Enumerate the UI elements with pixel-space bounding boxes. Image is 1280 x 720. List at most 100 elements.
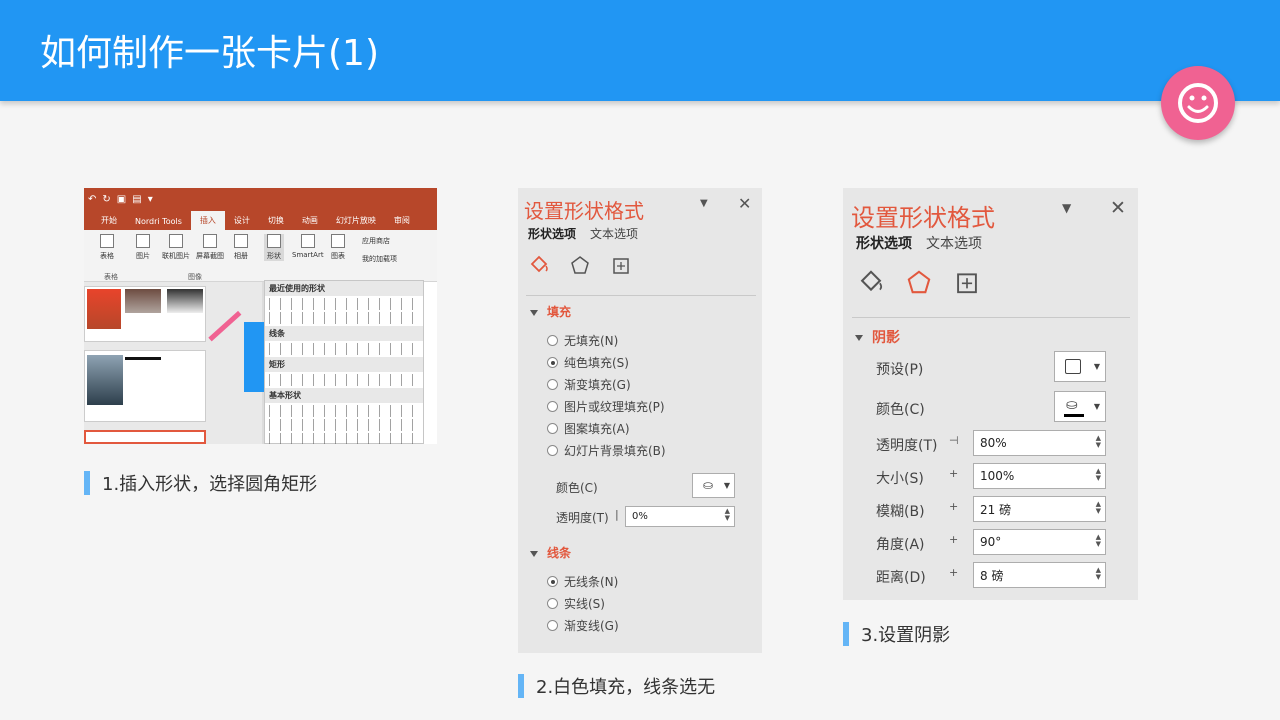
radio-gradient-line[interactable]: 渐变线(G)	[547, 617, 619, 634]
shadow-transparency-spinner[interactable]: 80% ▲ ▼	[973, 430, 1106, 456]
paint-bucket-icon: ⛀	[703, 478, 714, 492]
radio-icon	[547, 335, 558, 346]
album-button[interactable]: 相册	[234, 234, 248, 261]
angle-value: 90°	[980, 535, 1002, 549]
recent-shapes-row[interactable]	[269, 312, 419, 324]
slider-icon[interactable]: ⊣	[949, 434, 959, 447]
pentagon-icon[interactable]	[569, 254, 591, 276]
album-icon	[234, 234, 248, 248]
rectangles-row[interactable]	[269, 374, 419, 386]
tab-slideshow[interactable]: 幻灯片放映	[327, 215, 385, 230]
tab-transitions[interactable]: 切换	[259, 215, 293, 230]
my-addins-button[interactable]: 我的加载项	[362, 254, 397, 264]
tab-insert[interactable]: 插入	[190, 211, 225, 230]
shadow-angle-spinner[interactable]: 90° ▲ ▼	[973, 529, 1106, 555]
radio-picture-fill[interactable]: 图片或纹理填充(P)	[547, 398, 665, 415]
tab-shape-options[interactable]: 形状选项	[856, 233, 912, 253]
tab-shape-options[interactable]: 形状选项	[528, 225, 576, 242]
gallery-header-basic: 基本形状	[265, 388, 423, 403]
shadow-preset-picker[interactable]: ▼	[1054, 351, 1106, 382]
store-button[interactable]: 应用商店	[362, 236, 390, 246]
chevron-down-icon[interactable]: ▼	[700, 198, 708, 209]
fill-bucket-icon[interactable]	[857, 268, 885, 296]
radio-solid-fill[interactable]: 纯色填充(S)	[547, 354, 629, 371]
slider-icon[interactable]: +	[949, 566, 958, 579]
caption-text: 3.设置阴影	[861, 625, 951, 646]
table-button[interactable]: 表格	[100, 234, 114, 261]
transparency-value: 0%	[632, 511, 648, 522]
group-label-table: 表格	[104, 273, 118, 281]
save-icon: ▣	[116, 193, 127, 205]
shadow-section-header[interactable]: 阴影	[855, 327, 900, 347]
tab-animations[interactable]: 动画	[293, 215, 327, 230]
chevron-down-icon[interactable]: ▼	[1062, 201, 1071, 215]
radio-background-fill[interactable]: 幻灯片背景填充(B)	[547, 442, 666, 459]
basic-shapes-row[interactable]	[269, 433, 419, 444]
spinner-arrows-icon[interactable]: ▲ ▼	[1096, 567, 1101, 581]
slider-icon[interactable]: |	[615, 508, 619, 521]
radio-solid-line[interactable]: 实线(S)	[547, 595, 605, 612]
radio-pattern-fill[interactable]: 图案填充(A)	[547, 420, 630, 437]
close-icon[interactable]: ✕	[1110, 197, 1126, 219]
spinner-arrows-icon[interactable]: ▲ ▼	[1096, 501, 1101, 515]
tab-design[interactable]: 设计	[225, 215, 259, 230]
smartart-icon	[300, 234, 315, 248]
slider-icon[interactable]: +	[949, 533, 958, 546]
shadow-color-picker[interactable]: ⛀ ▼	[1054, 391, 1106, 422]
shapes-button[interactable]: 形状	[264, 234, 284, 261]
pane-title: 设置形状格式	[851, 204, 995, 232]
tab-home[interactable]: 开始	[92, 215, 126, 230]
preset-label: 预设(P)	[876, 362, 924, 378]
lines-row[interactable]	[269, 343, 419, 355]
shadow-size-label: 大小(S)	[876, 471, 924, 487]
size-properties-icon[interactable]	[953, 268, 981, 296]
picture-button[interactable]: 图片	[136, 234, 150, 261]
chart-button[interactable]: 图表	[331, 234, 345, 261]
tab-text-options[interactable]: 文本选项	[590, 225, 638, 242]
size-properties-icon[interactable]	[610, 254, 632, 276]
online-picture-button[interactable]: 联机图片	[162, 234, 190, 261]
color-label: 颜色(C)	[556, 481, 598, 495]
page-title: 如何制作一张卡片(1)	[40, 33, 379, 74]
spinner-arrows-icon[interactable]: ▲ ▼	[1096, 468, 1101, 482]
option-label: 无线条(N)	[564, 575, 619, 589]
shadow-distance-spinner[interactable]: 8 磅 ▲ ▼	[973, 562, 1106, 588]
close-icon[interactable]: ✕	[738, 194, 751, 213]
tab-review[interactable]: 审阅	[385, 215, 419, 230]
recent-shapes-row[interactable]	[269, 298, 419, 310]
radio-gradient-fill[interactable]: 渐变填充(G)	[547, 376, 631, 393]
tab-nordri[interactable]: Nordri Tools	[126, 217, 191, 230]
radio-icon	[547, 379, 558, 390]
spinner-arrows-icon[interactable]: ▲ ▼	[1096, 534, 1101, 548]
caption-step1: 1.插入形状，选择圆角矩形	[84, 470, 317, 496]
radio-no-line[interactable]: 无线条(N)	[547, 573, 618, 590]
slider-icon[interactable]: +	[949, 467, 958, 480]
slider-icon[interactable]: +	[949, 500, 958, 513]
fill-section-header[interactable]: 填充	[530, 303, 571, 320]
format-pane-fill: 设置形状格式 ▼ ✕ 形状选项 文本选项 填充 无填充(N) 纯色填充(S) 渐…	[518, 188, 762, 653]
pentagon-icon[interactable]	[905, 268, 933, 296]
radio-icon	[547, 423, 558, 434]
transparency-spinner[interactable]: 0% ▲ ▼	[625, 506, 735, 527]
spinner-arrows-icon[interactable]: ▲ ▼	[1096, 435, 1101, 449]
preset-preview-icon	[1065, 359, 1081, 374]
radio-icon	[547, 620, 558, 631]
fill-color-picker[interactable]: ⛀ ▼	[692, 473, 735, 498]
slide-thumbnail[interactable]	[84, 430, 206, 444]
redo-icon: ↻	[102, 193, 111, 205]
basic-shapes-row[interactable]	[269, 405, 419, 417]
slide-thumbnail[interactable]	[84, 350, 206, 422]
collapse-triangle-icon	[855, 335, 863, 341]
shadow-blur-spinner[interactable]: 21 磅 ▲ ▼	[973, 496, 1106, 522]
fill-bucket-icon[interactable]	[528, 254, 550, 276]
line-section-header[interactable]: 线条	[530, 544, 571, 561]
tab-text-options[interactable]: 文本选项	[926, 233, 982, 253]
basic-shapes-row[interactable]	[269, 419, 419, 431]
slide-thumbnail[interactable]	[84, 286, 206, 342]
shadow-header-label: 阴影	[872, 330, 900, 346]
radio-no-fill[interactable]: 无填充(N)	[547, 332, 618, 349]
spinner-arrows-icon[interactable]: ▲ ▼	[725, 508, 730, 522]
shadow-size-spinner[interactable]: 100% ▲ ▼	[973, 463, 1106, 489]
screenshot-button[interactable]: 屏幕截图	[196, 234, 224, 261]
smartart-button[interactable]: SmartArt	[292, 234, 324, 259]
